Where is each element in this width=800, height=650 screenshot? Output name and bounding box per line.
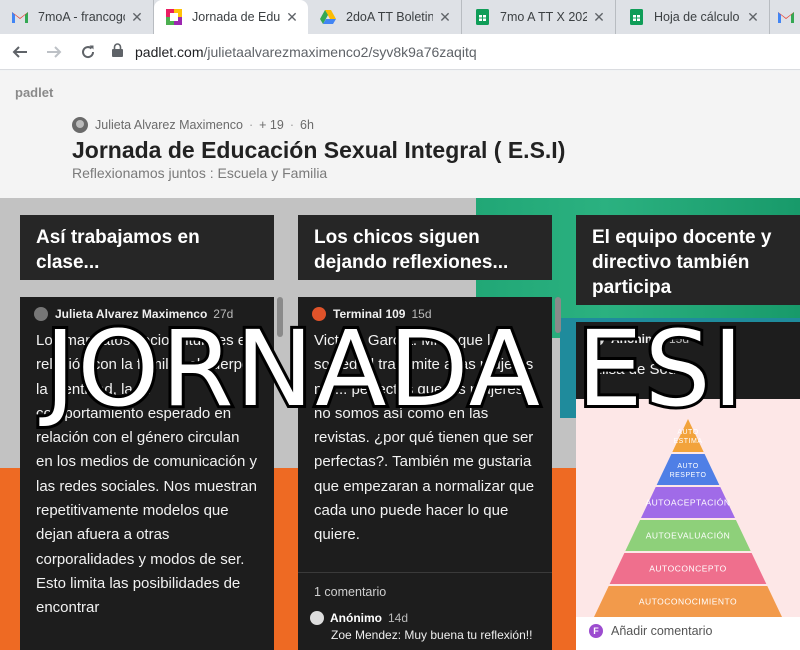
- overlay-title: JORNADA ESI: [39, 308, 746, 430]
- browser-tab-strip: 7moA - francogc ✕ Jornada de Educ ✕ 2doA…: [0, 0, 800, 34]
- padlet-icon: [166, 9, 182, 25]
- comment-age: 14d: [388, 611, 409, 625]
- add-comment-button[interactable]: F Añadir comentario: [589, 624, 712, 638]
- tab-drive-boletin[interactable]: 2doA TT Boletin ✕: [308, 0, 462, 34]
- jornada-esi-overlay: JORNADA ESI: [36, 307, 747, 433]
- padlet-page: padlet Julieta Alvarez Maximenco · + 19 …: [0, 71, 800, 650]
- comments-count[interactable]: 1 comentario: [298, 585, 402, 599]
- close-icon[interactable]: ✕: [129, 9, 145, 26]
- close-icon[interactable]: ✕: [284, 9, 300, 26]
- author-name: Julieta Alvarez Maximenco: [95, 118, 243, 132]
- browser-toolbar: padlet.com/julietaalvarezmaximenco2/syv8…: [0, 34, 800, 70]
- url-host: padlet.com: [135, 43, 204, 60]
- avatar[interactable]: [72, 117, 88, 133]
- user-avatar-icon: F: [589, 624, 603, 638]
- drive-icon: [320, 9, 336, 25]
- avatar: [310, 611, 324, 625]
- column-heading-3[interactable]: El equipo docente y directivo también pa…: [576, 215, 800, 305]
- lock-icon: [112, 43, 123, 60]
- reload-icon[interactable]: [74, 38, 102, 66]
- padlet-logo[interactable]: padlet: [15, 85, 53, 100]
- gmail-icon: [12, 9, 28, 25]
- likes-count: + 19: [259, 118, 284, 132]
- comment-author: Anónimo: [330, 611, 382, 625]
- tab-title: Hoja de cálculo: [654, 10, 740, 24]
- sheets-icon: [628, 9, 644, 25]
- divider: [298, 572, 552, 573]
- tab-sheets-7moa[interactable]: 7mo A TT X 202 ✕: [462, 0, 616, 34]
- board-age: 6h: [300, 118, 314, 132]
- close-icon[interactable]: ✕: [591, 9, 607, 26]
- pyramid-label: ESTIMA: [673, 438, 702, 445]
- tab-gmail-7moa[interactable]: 7moA - francogc ✕: [0, 0, 154, 34]
- back-arrow-icon[interactable]: [6, 38, 34, 66]
- gmail-icon: [778, 9, 794, 25]
- forward-arrow-icon[interactable]: [40, 38, 68, 66]
- tab-title: 7mo A TT X 202: [500, 10, 587, 24]
- tab-sheets-hoja[interactable]: Hoja de cálculo ✕: [616, 0, 770, 34]
- tab-title: Jornada de Educ: [192, 10, 280, 24]
- tab-padlet[interactable]: Jornada de Educ ✕: [154, 0, 308, 34]
- tab-title: 2doA TT Boletin: [346, 10, 433, 24]
- sheets-icon: [474, 9, 490, 25]
- close-icon[interactable]: ✕: [437, 9, 453, 26]
- comment-meta: Anónimo 14d: [310, 611, 408, 625]
- tab-title: 7moA - francogc: [38, 10, 125, 24]
- pyramid-label: AUTOCONCEPTO: [649, 564, 726, 574]
- pyramid-label: RESPETO: [670, 472, 707, 479]
- close-icon[interactable]: ✕: [745, 9, 761, 26]
- comment-text: Zoe Mendez: Muy buena tu reflexión!!: [331, 628, 533, 642]
- column-heading-1[interactable]: Así trabajamos en clase...: [20, 215, 274, 280]
- url-path: /julietaalvarezmaximenco2/syv8k9a76zaqit…: [203, 43, 477, 60]
- board-author: Julieta Alvarez Maximenco · + 19 · 6h: [72, 117, 314, 133]
- column-heading-2[interactable]: Los chicos siguen dejando reflexiones...: [298, 215, 552, 280]
- board-title: Jornada de Educación Sexual Integral ( E…: [72, 137, 566, 163]
- pyramid-label: AUTOEVALUACIÓN: [646, 531, 731, 541]
- tab-gmail-2[interactable]: [770, 0, 800, 34]
- board-subtitle: Reflexionamos juntos : Escuela y Familia: [72, 165, 328, 181]
- address-bar[interactable]: padlet.com/julietaalvarezmaximenco2/syv8…: [112, 38, 477, 66]
- separator: ·: [248, 118, 254, 132]
- pyramid-label: AUTOCONOCIMIENTO: [639, 597, 737, 607]
- pyramid-label: AUTO: [677, 463, 698, 470]
- add-comment-label: Añadir comentario: [611, 624, 713, 638]
- pyramid-label: AUTOACEPTACIÓN: [645, 498, 730, 508]
- separator: ·: [289, 118, 295, 132]
